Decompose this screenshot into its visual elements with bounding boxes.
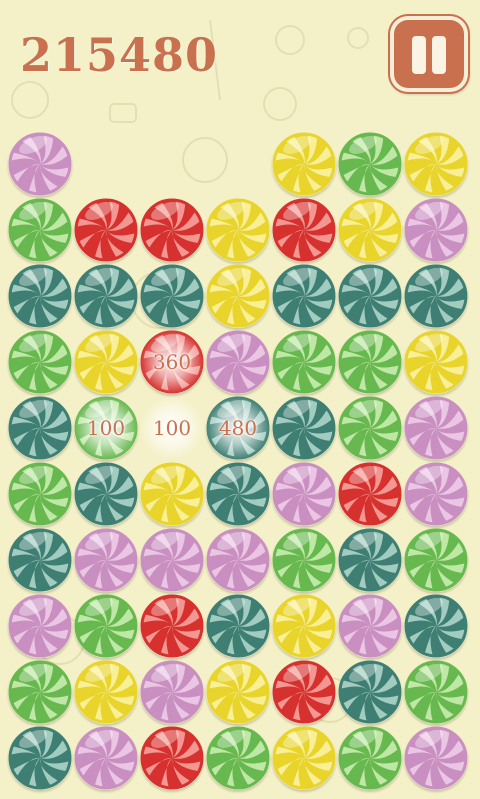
points-popup: 360 xyxy=(152,350,192,374)
candy-teal[interactable] xyxy=(8,726,72,790)
candy-purple[interactable] xyxy=(74,528,138,592)
points-popup: 100 xyxy=(152,416,192,440)
candy-yellow[interactable] xyxy=(206,264,270,328)
candy-teal[interactable] xyxy=(8,528,72,592)
candy-green[interactable] xyxy=(338,726,402,790)
candy-green[interactable] xyxy=(74,594,138,658)
candy-purple[interactable] xyxy=(8,594,72,658)
candy-green[interactable] xyxy=(338,330,402,394)
candy-yellow[interactable] xyxy=(404,132,468,196)
candy-yellow[interactable] xyxy=(74,660,138,724)
pause-button[interactable] xyxy=(390,16,468,92)
score-display: 215480 xyxy=(20,28,219,82)
candy-green[interactable] xyxy=(404,660,468,724)
candy-yellow[interactable] xyxy=(206,660,270,724)
candy-teal[interactable] xyxy=(272,396,336,460)
candy-purple[interactable] xyxy=(338,594,402,658)
pause-icon xyxy=(412,36,426,74)
candy-teal[interactable] xyxy=(74,462,138,526)
candy-yellow[interactable] xyxy=(272,594,336,658)
game-board: 360 100 100 480 xyxy=(8,132,470,798)
candy-purple[interactable] xyxy=(140,528,204,592)
points-popup: 480 xyxy=(218,416,258,440)
candy-teal[interactable] xyxy=(8,396,72,460)
candy-green[interactable] xyxy=(8,330,72,394)
candy-yellow[interactable] xyxy=(404,330,468,394)
candy-teal[interactable] xyxy=(206,594,270,658)
candy-teal[interactable] xyxy=(404,264,468,328)
candy-purple[interactable] xyxy=(140,660,204,724)
candy-yellow[interactable] xyxy=(140,462,204,526)
candy-red[interactable] xyxy=(140,594,204,658)
candy-teal[interactable] xyxy=(140,264,204,328)
points-popup: 100 xyxy=(86,416,126,440)
candy-teal[interactable] xyxy=(272,264,336,328)
candy-purple[interactable] xyxy=(272,462,336,526)
candy-green[interactable] xyxy=(8,198,72,262)
candy-purple[interactable] xyxy=(8,132,72,196)
candy-yellow[interactable] xyxy=(338,198,402,262)
candy-green[interactable] xyxy=(338,396,402,460)
candy-teal[interactable] xyxy=(338,528,402,592)
candy-red[interactable] xyxy=(140,198,204,262)
candy-yellow[interactable] xyxy=(272,726,336,790)
candy-red[interactable] xyxy=(140,726,204,790)
candy-teal[interactable] xyxy=(338,264,402,328)
candy-teal[interactable] xyxy=(74,264,138,328)
candy-red[interactable] xyxy=(272,198,336,262)
candy-purple[interactable] xyxy=(404,396,468,460)
candy-purple[interactable] xyxy=(404,198,468,262)
candy-yellow[interactable] xyxy=(74,330,138,394)
candy-red[interactable] xyxy=(272,660,336,724)
candy-green[interactable] xyxy=(404,528,468,592)
candy-teal[interactable] xyxy=(206,462,270,526)
candy-purple[interactable] xyxy=(206,528,270,592)
candy-green[interactable] xyxy=(272,330,336,394)
candy-red[interactable] xyxy=(338,462,402,526)
candy-green[interactable] xyxy=(206,726,270,790)
candy-red[interactable] xyxy=(74,198,138,262)
candy-green[interactable] xyxy=(8,462,72,526)
candy-green[interactable] xyxy=(8,660,72,724)
candy-purple[interactable] xyxy=(404,462,468,526)
candy-purple[interactable] xyxy=(404,726,468,790)
candy-green[interactable] xyxy=(338,132,402,196)
candy-teal[interactable] xyxy=(8,264,72,328)
pause-icon-bar xyxy=(432,36,446,74)
candy-green[interactable] xyxy=(272,528,336,592)
candy-purple[interactable] xyxy=(206,330,270,394)
candy-yellow[interactable] xyxy=(272,132,336,196)
candy-teal[interactable] xyxy=(338,660,402,724)
candy-yellow[interactable] xyxy=(206,198,270,262)
candy-teal[interactable] xyxy=(404,594,468,658)
candy-purple[interactable] xyxy=(74,726,138,790)
